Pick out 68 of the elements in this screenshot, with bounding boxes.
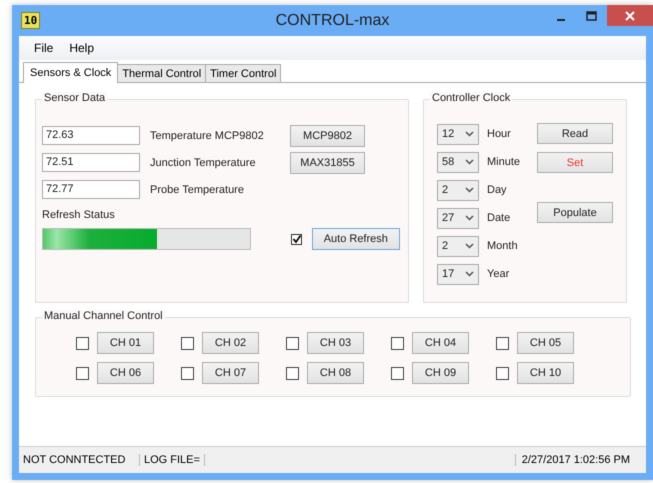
- dropdown[interactable]: 58: [437, 152, 479, 172]
- menu-item[interactable]: File: [27, 39, 60, 57]
- checkbox[interactable]: [391, 366, 404, 380]
- clock-button[interactable]: Populate: [537, 202, 613, 223]
- channel-button[interactable]: CH 08: [307, 362, 364, 384]
- field-label: Probe Temperature: [150, 184, 245, 196]
- checkbox[interactable]: [76, 366, 89, 380]
- dropdown[interactable]: 17: [437, 264, 479, 284]
- menu-item[interactable]: Help: [62, 39, 102, 57]
- checkbox[interactable]: [181, 336, 194, 350]
- field-label: Temperature MCP9802: [150, 130, 265, 142]
- channel-button[interactable]: CH 01: [97, 332, 154, 354]
- chevron-icon: [465, 187, 474, 193]
- dropdown[interactable]: 12: [437, 124, 479, 144]
- close-icon: [625, 10, 635, 20]
- field-label: Hour: [487, 128, 511, 140]
- dropdown[interactable]: 27: [437, 208, 479, 228]
- channel-button[interactable]: CH 06: [97, 362, 154, 384]
- channel-button[interactable]: CH 03: [307, 332, 364, 354]
- chevron-icon: [465, 243, 474, 249]
- tab[interactable]: Sensors & Clock: [23, 62, 118, 83]
- chevron-icon: [465, 215, 474, 221]
- log-file-status: LOG FILE=: [140, 454, 205, 466]
- checkbox[interactable]: [181, 366, 194, 380]
- field-label: Month: [487, 240, 518, 252]
- auto-refresh-button[interactable]: Auto Refresh: [312, 228, 400, 250]
- checkbox[interactable]: [496, 366, 509, 380]
- chevron-icon: [465, 159, 474, 165]
- value-field[interactable]: 72.51: [42, 153, 140, 172]
- app-icon: 10: [21, 12, 40, 29]
- channel-button[interactable]: CH 10: [517, 362, 574, 384]
- dropdown[interactable]: 2: [437, 236, 479, 256]
- group-title: Controller Clock: [430, 92, 512, 104]
- group-title: Manual Channel Control: [42, 310, 165, 322]
- group-title: Sensor Data: [42, 92, 108, 104]
- channel-button[interactable]: CH 02: [202, 332, 259, 354]
- tab[interactable]: Thermal Control: [117, 64, 206, 82]
- connection-status: NOT CONNTECTED: [19, 454, 140, 466]
- channel-button[interactable]: CH 04: [412, 332, 469, 354]
- field-label: Day: [487, 184, 507, 196]
- window-title: CONTROL-max: [276, 12, 390, 30]
- checkbox[interactable]: [290, 234, 302, 244]
- field-label: Year: [487, 268, 510, 280]
- clock-button[interactable]: Read: [537, 123, 613, 144]
- checkbox[interactable]: [76, 336, 89, 350]
- field-label: Junction Temperature: [150, 156, 257, 168]
- refresh-status-label: Refresh Status: [42, 209, 116, 221]
- channel-button[interactable]: CH 05: [517, 332, 574, 354]
- value-field[interactable]: 72.63: [42, 126, 140, 145]
- channel-button[interactable]: CH 09: [412, 362, 469, 384]
- sensor-button[interactable]: MCP9802: [290, 124, 365, 146]
- channel-button[interactable]: CH 07: [202, 362, 259, 384]
- chevron-icon: [465, 271, 474, 277]
- minimize-icon: [556, 18, 564, 20]
- field-label: Minute: [487, 156, 520, 168]
- chevron-icon: [465, 131, 474, 137]
- sensor-button[interactable]: MAX31855: [290, 152, 365, 174]
- field-label: Date: [487, 212, 510, 224]
- value-field[interactable]: 72.77: [42, 180, 140, 199]
- tab[interactable]: Timer Control: [205, 64, 282, 82]
- checkbox[interactable]: [286, 336, 299, 350]
- checkbox[interactable]: [496, 336, 509, 350]
- checkbox[interactable]: [391, 336, 404, 350]
- datetime-status: 2/27/2017 1:02:56 PM: [514, 454, 634, 466]
- checkbox[interactable]: [286, 366, 299, 380]
- maximize-icon: [586, 10, 597, 20]
- close-button[interactable]: [607, 5, 653, 26]
- dropdown[interactable]: 2: [437, 180, 479, 200]
